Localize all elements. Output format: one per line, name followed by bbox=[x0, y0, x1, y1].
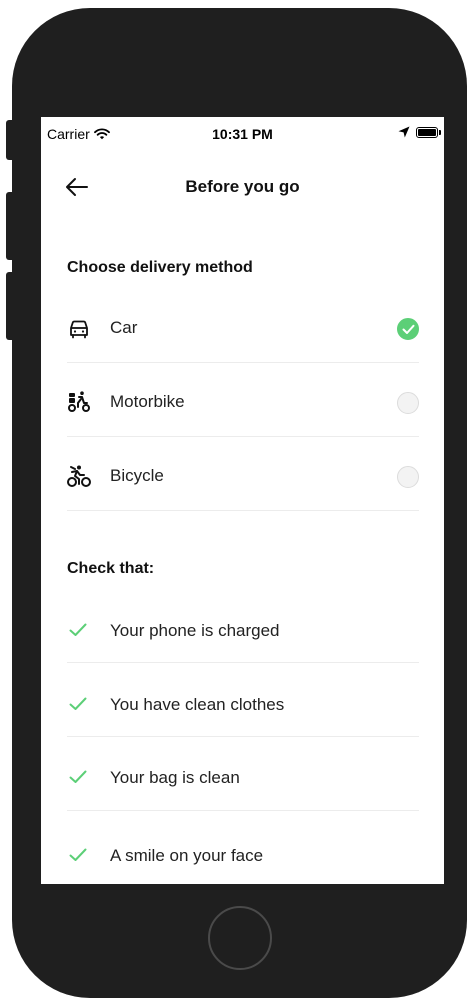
checklist-item-label: Your bag is clean bbox=[110, 768, 240, 787]
delivery-option-label: Motorbike bbox=[110, 392, 185, 411]
status-time: 10:31 PM bbox=[212, 126, 273, 142]
check-icon bbox=[69, 623, 87, 636]
check-icon bbox=[69, 770, 87, 783]
delivery-option-car[interactable]: Car bbox=[67, 293, 419, 363]
navigation-bar: Before you go bbox=[41, 167, 444, 207]
delivery-option-label: Bicycle bbox=[110, 466, 164, 485]
checklist-item: You have clean clothes bbox=[67, 663, 419, 737]
bicycle-icon bbox=[67, 465, 91, 487]
checklist-item: Your bag is clean bbox=[67, 737, 419, 811]
status-right-icons bbox=[398, 126, 441, 138]
checklist-item: A smile on your face bbox=[67, 811, 419, 884]
motorbike-icon bbox=[68, 391, 90, 412]
page-title: Before you go bbox=[185, 177, 300, 196]
checklist-item-label: Your phone is charged bbox=[110, 621, 280, 640]
delivery-radio-selected[interactable] bbox=[397, 318, 419, 340]
checkmark-icon bbox=[402, 324, 415, 334]
status-bar: Carrier 10:31 PM bbox=[41, 117, 444, 151]
delivery-radio-unselected[interactable] bbox=[397, 392, 419, 414]
delivery-method-heading: Choose delivery method bbox=[67, 259, 253, 276]
check-icon bbox=[69, 848, 87, 861]
delivery-radio-unselected[interactable] bbox=[397, 466, 419, 488]
battery-icon bbox=[416, 126, 441, 138]
delivery-option-label: Car bbox=[110, 318, 138, 337]
car-icon bbox=[70, 320, 88, 339]
delivery-option-bicycle[interactable]: Bicycle bbox=[67, 437, 419, 511]
home-button[interactable] bbox=[208, 906, 272, 970]
delivery-option-motorbike[interactable]: Motorbike bbox=[67, 363, 419, 437]
checklist-item-label: A smile on your face bbox=[110, 846, 264, 865]
checklist-item-label: You have clean clothes bbox=[110, 695, 285, 714]
checklist-item: Your phone is charged bbox=[67, 593, 419, 663]
checklist-heading: Check that: bbox=[67, 560, 155, 577]
check-icon bbox=[69, 697, 87, 710]
location-arrow-icon bbox=[398, 126, 410, 138]
app-screen: Carrier 10:31 PM Before you go Choose de… bbox=[41, 117, 444, 884]
